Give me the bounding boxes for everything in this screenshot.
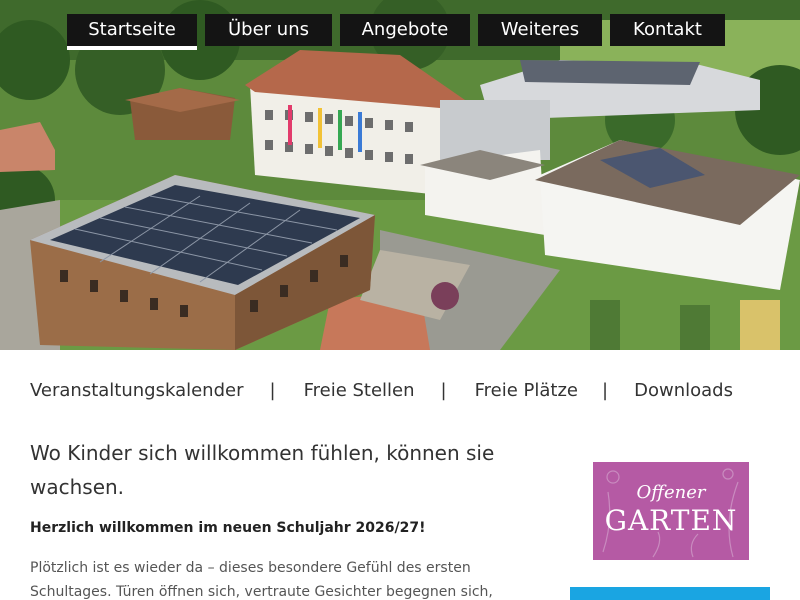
nav-item-ueber-uns[interactable]: Über uns <box>205 14 332 46</box>
welcome-heading: Herzlich willkommen im neuen Schuljahr 2… <box>30 520 426 536</box>
nav-item-angebote[interactable]: Angebote <box>340 14 470 46</box>
link-freie-stellen[interactable]: Freie Stellen <box>304 380 415 401</box>
secondary-navigation: Veranstaltungskalender | Freie Stellen |… <box>30 380 733 401</box>
link-downloads[interactable]: Downloads <box>634 380 733 401</box>
promo-title-line2: GARTEN <box>604 504 738 537</box>
offener-garten-promo[interactable]: Offener GARTEN <box>593 462 749 560</box>
main-navigation: Startseite Über uns Angebote Weiteres Ko… <box>67 14 725 50</box>
link-veranstaltungskalender[interactable]: Veranstaltungskalender <box>30 380 244 401</box>
nav-separator: | <box>602 380 609 401</box>
page-headline: Wo Kinder sich willkommen fühlen, können… <box>30 441 495 499</box>
link-freie-plaetze[interactable]: Freie Plätze <box>475 380 578 401</box>
nav-item-startseite[interactable]: Startseite <box>67 14 197 50</box>
nav-item-kontakt[interactable]: Kontakt <box>610 14 725 46</box>
nav-separator: | <box>440 380 447 401</box>
intro-paragraph: Plötzlich ist es wieder da – dieses beso… <box>30 560 493 600</box>
nav-separator: | <box>269 380 276 401</box>
sidebar-blue-banner[interactable] <box>570 587 770 600</box>
hero-image <box>0 0 800 350</box>
promo-title-line1: Offener <box>636 482 706 503</box>
nav-item-weiteres[interactable]: Weiteres <box>478 14 602 46</box>
